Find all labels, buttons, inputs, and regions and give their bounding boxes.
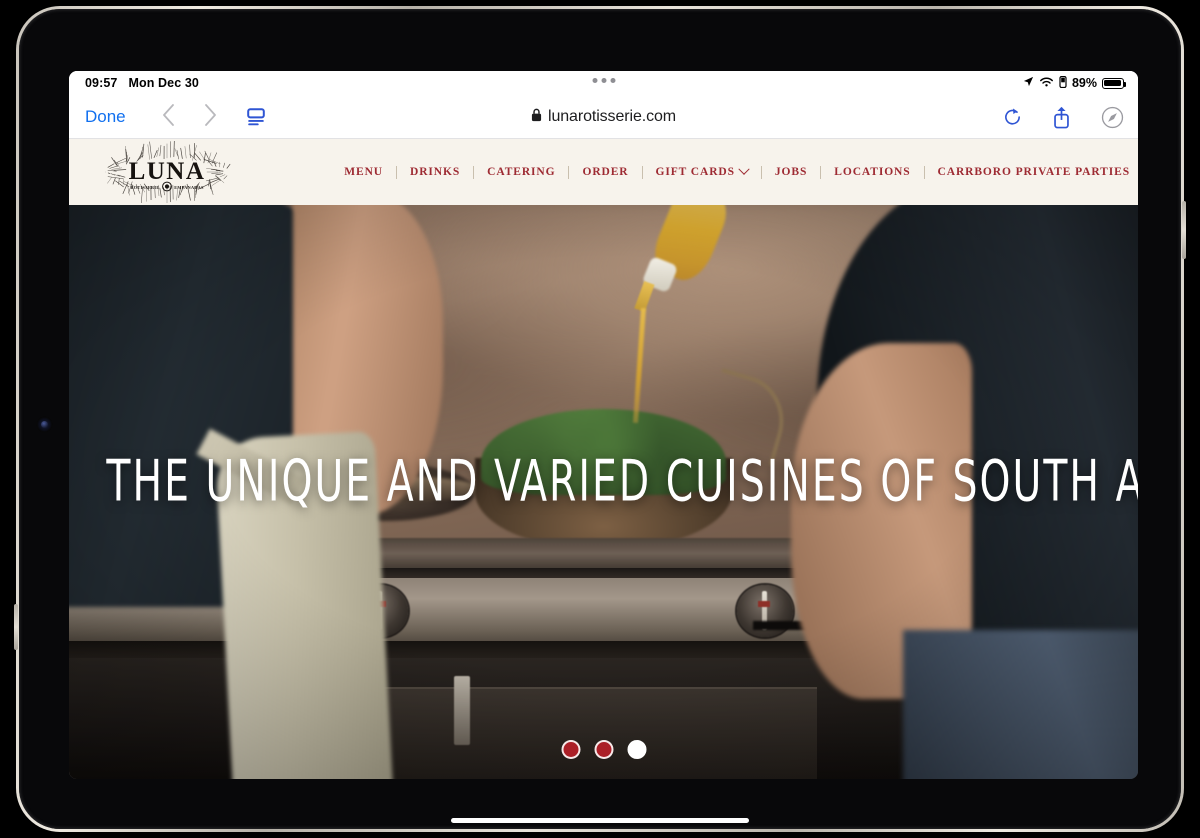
nav-item-label: ORDER	[582, 165, 629, 178]
nav-item-label: CATERING	[487, 165, 556, 178]
location-arrow-icon	[1023, 76, 1034, 90]
nav-item-label: JOBS	[774, 165, 808, 178]
hero-headline: THE UNIQUE AND VARIED CUISINES OF SOUTH …	[106, 447, 1138, 515]
nav-item-label: CARRBORO PRIVATE PARTIES	[937, 165, 1130, 178]
ios-status-bar: 09:57 Mon Dec 30 89%	[69, 71, 1138, 95]
battery-icon	[1102, 77, 1127, 89]
nav-item-order[interactable]: ORDER	[569, 165, 643, 179]
power-button[interactable]	[14, 604, 18, 650]
site-logo[interactable]: LUNA ROTISSERIE EMPANADAS	[77, 138, 257, 205]
address-bar[interactable]: lunarotisserie.com	[531, 108, 676, 127]
chevron-down-icon	[738, 163, 750, 175]
volume-button[interactable]	[1182, 201, 1186, 259]
carousel-dot-2[interactable]	[594, 740, 613, 759]
multitask-dot	[601, 78, 606, 83]
home-indicator[interactable]	[451, 818, 749, 823]
done-button[interactable]: Done	[85, 107, 148, 127]
svg-text:LUNA: LUNA	[129, 158, 206, 185]
back-button[interactable]	[148, 103, 190, 130]
status-time: 09:57	[85, 76, 118, 90]
nav-item-label: DRINKS	[410, 165, 461, 178]
toolbar-right-group	[1003, 95, 1124, 139]
ipad-screen: 09:57 Mon Dec 30 89% Done lunarotisserie…	[69, 71, 1138, 779]
status-bar-right: 89%	[1023, 71, 1127, 95]
carousel-dot-3[interactable]	[627, 740, 646, 759]
svg-text:ROTISSERIE: ROTISSERIE	[130, 185, 159, 190]
svg-text:EMPANADAS: EMPANADAS	[174, 185, 204, 190]
ipad-device-frame: 09:57 Mon Dec 30 89% Done lunarotisserie…	[14, 6, 1186, 832]
hero-carousel: THE UNIQUE AND VARIED CUISINES OF SOUTH …	[69, 205, 1138, 779]
status-bar-left: 09:57 Mon Dec 30	[85, 76, 199, 90]
nav-item-drinks[interactable]: DRINKS	[397, 165, 475, 179]
multitask-dot	[610, 78, 615, 83]
site-header: LUNA ROTISSERIE EMPANADAS MENU DRINKS CATE…	[69, 138, 1138, 205]
nav-item-locations[interactable]: LOCATIONS	[821, 165, 925, 179]
toolbar-left-group: Done	[85, 103, 266, 130]
multitasking-handle[interactable]	[592, 78, 615, 83]
nav-item-label: MENU	[344, 165, 383, 178]
multitask-dot	[592, 78, 597, 83]
nav-item-carrboro-private-parties[interactable]: CARRBORO PRIVATE PARTIES	[925, 166, 1138, 179]
nav-item-label: LOCATIONS	[834, 165, 911, 178]
compass-icon[interactable]	[1101, 106, 1124, 129]
reload-icon[interactable]	[1003, 107, 1022, 127]
carousel-dots	[561, 740, 646, 759]
site-nav: MENU DRINKS CATERING ORDER GIFT CARDS JOBS LOC…	[334, 163, 1138, 179]
wifi-icon	[1039, 76, 1054, 91]
device-bezel: 09:57 Mon Dec 30 89% Done lunarotisserie…	[14, 9, 1186, 829]
battery-percent: 89%	[1071, 76, 1097, 90]
nav-item-jobs[interactable]: JOBS	[762, 165, 822, 179]
nav-item-label: GIFT CARDS	[655, 165, 735, 178]
sidebar-icon[interactable]	[246, 107, 266, 126]
url-text: lunarotisserie.com	[547, 108, 677, 125]
lock-icon	[531, 108, 542, 127]
front-camera-icon	[36, 416, 53, 433]
safari-toolbar: Done lunarotisserie.com	[69, 95, 1138, 139]
status-date: Mon Dec 30	[128, 76, 199, 90]
share-icon[interactable]	[1052, 106, 1071, 129]
carousel-dot-1[interactable]	[561, 740, 580, 759]
nav-item-catering[interactable]: CATERING	[474, 165, 570, 179]
forward-button[interactable]	[190, 103, 232, 130]
cellular-icon	[1059, 75, 1067, 91]
nav-item-gift-cards[interactable]: GIFT CARDS	[643, 163, 762, 179]
nav-item-menu[interactable]: MENU	[334, 165, 397, 179]
